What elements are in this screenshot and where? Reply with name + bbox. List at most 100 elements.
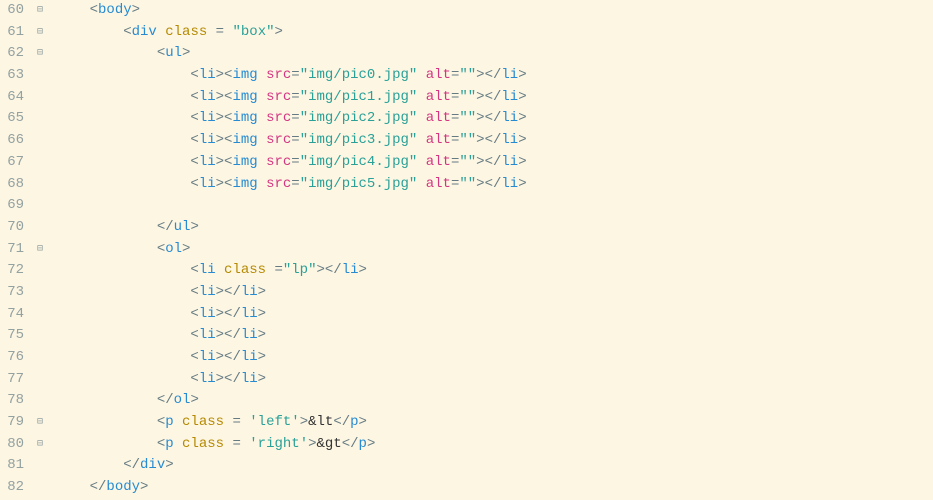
fold-marker	[32, 390, 48, 412]
token-tag: li	[241, 306, 258, 322]
code-line[interactable]: <p class = 'right'>&gt</p>	[56, 434, 933, 456]
code-line[interactable]: </ol>	[56, 390, 933, 412]
fold-marker	[32, 108, 48, 130]
token-text	[417, 154, 425, 170]
token-text	[417, 89, 425, 105]
token-punct: >	[518, 176, 526, 192]
token-tag: li	[501, 110, 518, 126]
token-text	[157, 24, 165, 40]
code-line[interactable]: <li><img src="img/pic5.jpg" alt=""></li>	[56, 174, 933, 196]
token-tag: img	[232, 132, 257, 148]
token-attr-key: src	[266, 154, 291, 170]
code-line[interactable]: <li><img src="img/pic1.jpg" alt=""></li>	[56, 87, 933, 109]
line-number: 79	[0, 412, 24, 434]
token-tag: li	[241, 371, 258, 387]
token-punct: ><	[216, 132, 233, 148]
token-punct: =	[232, 414, 240, 430]
token-string: ""	[459, 89, 476, 105]
fold-marker	[32, 304, 48, 326]
code-line[interactable]: <body>	[56, 0, 933, 22]
token-punct: </	[157, 392, 174, 408]
code-line[interactable]: <div class = "box">	[56, 22, 933, 44]
line-number: 81	[0, 455, 24, 477]
token-tag: p	[359, 436, 367, 452]
code-line[interactable]: </ul>	[56, 217, 933, 239]
fold-marker	[32, 174, 48, 196]
token-string: "img/pic1.jpg"	[300, 89, 418, 105]
token-punct: ></	[476, 154, 501, 170]
code-line[interactable]: <li></li>	[56, 304, 933, 326]
token-punct: >	[190, 392, 198, 408]
line-number: 80	[0, 434, 24, 456]
token-string: ""	[459, 176, 476, 192]
fold-marker	[32, 217, 48, 239]
code-line[interactable]	[56, 195, 933, 217]
token-punct: >	[518, 132, 526, 148]
code-line[interactable]: <li></li>	[56, 325, 933, 347]
fold-marker[interactable]: ⊟	[32, 0, 48, 22]
token-tag: img	[232, 67, 257, 83]
token-tag: p	[350, 414, 358, 430]
token-tag: li	[241, 327, 258, 343]
fold-marker[interactable]: ⊟	[32, 22, 48, 44]
token-punct: >	[359, 414, 367, 430]
token-punct: ></	[476, 176, 501, 192]
fold-marker	[32, 455, 48, 477]
token-punct: <	[190, 284, 198, 300]
code-line[interactable]: <li></li>	[56, 347, 933, 369]
code-line[interactable]: </div>	[56, 455, 933, 477]
code-line[interactable]: <li><img src="img/pic3.jpg" alt=""></li>	[56, 130, 933, 152]
fold-marker	[32, 65, 48, 87]
token-tag: img	[232, 176, 257, 192]
token-punct: >	[359, 262, 367, 278]
token-tag: img	[232, 110, 257, 126]
code-line[interactable]: <p class = 'left'>&lt</p>	[56, 412, 933, 434]
token-text	[417, 110, 425, 126]
token-punct: >	[300, 414, 308, 430]
code-line[interactable]: <li><img src="img/pic4.jpg" alt=""></li>	[56, 152, 933, 174]
code-line[interactable]: <li><img src="img/pic0.jpg" alt=""></li>	[56, 65, 933, 87]
fold-marker[interactable]: ⊟	[32, 239, 48, 261]
line-number: 65	[0, 108, 24, 130]
token-punct: =	[274, 262, 282, 278]
fold-marker	[32, 260, 48, 282]
token-tag: div	[132, 24, 157, 40]
token-text	[258, 89, 266, 105]
line-number: 75	[0, 325, 24, 347]
code-line[interactable]: <li></li>	[56, 369, 933, 391]
token-attr-key: alt	[426, 110, 451, 126]
line-number: 73	[0, 282, 24, 304]
token-punct: ></	[216, 306, 241, 322]
token-punct: =	[291, 154, 299, 170]
code-line[interactable]: </body>	[56, 477, 933, 499]
token-tag: li	[199, 284, 216, 300]
token-punct: <	[190, 110, 198, 126]
token-punct: >	[518, 154, 526, 170]
token-punct: <	[190, 371, 198, 387]
fold-marker[interactable]: ⊟	[32, 412, 48, 434]
line-number: 66	[0, 130, 24, 152]
token-punct: ></	[316, 262, 341, 278]
code-line[interactable]: <ul>	[56, 43, 933, 65]
code-line[interactable]: <ol>	[56, 239, 933, 261]
token-punct: >	[258, 284, 266, 300]
token-punct: >	[258, 349, 266, 365]
line-number: 69	[0, 195, 24, 217]
code-area[interactable]: <body> <div class = "box"> <ul> <li><img…	[48, 0, 933, 500]
line-number: 67	[0, 152, 24, 174]
fold-marker	[32, 130, 48, 152]
token-punct: >	[132, 2, 140, 18]
fold-marker[interactable]: ⊟	[32, 434, 48, 456]
token-punct: <	[190, 67, 198, 83]
token-punct: ></	[216, 284, 241, 300]
code-line[interactable]: <li></li>	[56, 282, 933, 304]
token-string: ""	[459, 154, 476, 170]
fold-marker[interactable]: ⊟	[32, 43, 48, 65]
code-editor[interactable]: 6061626364656667686970717273747576777879…	[0, 0, 933, 500]
token-text	[216, 262, 224, 278]
code-line[interactable]: <li><img src="img/pic2.jpg" alt=""></li>	[56, 108, 933, 130]
token-punct: ></	[216, 327, 241, 343]
token-tag: ol	[165, 241, 182, 257]
code-line[interactable]: <li class ="lp"></li>	[56, 260, 933, 282]
token-text	[258, 154, 266, 170]
